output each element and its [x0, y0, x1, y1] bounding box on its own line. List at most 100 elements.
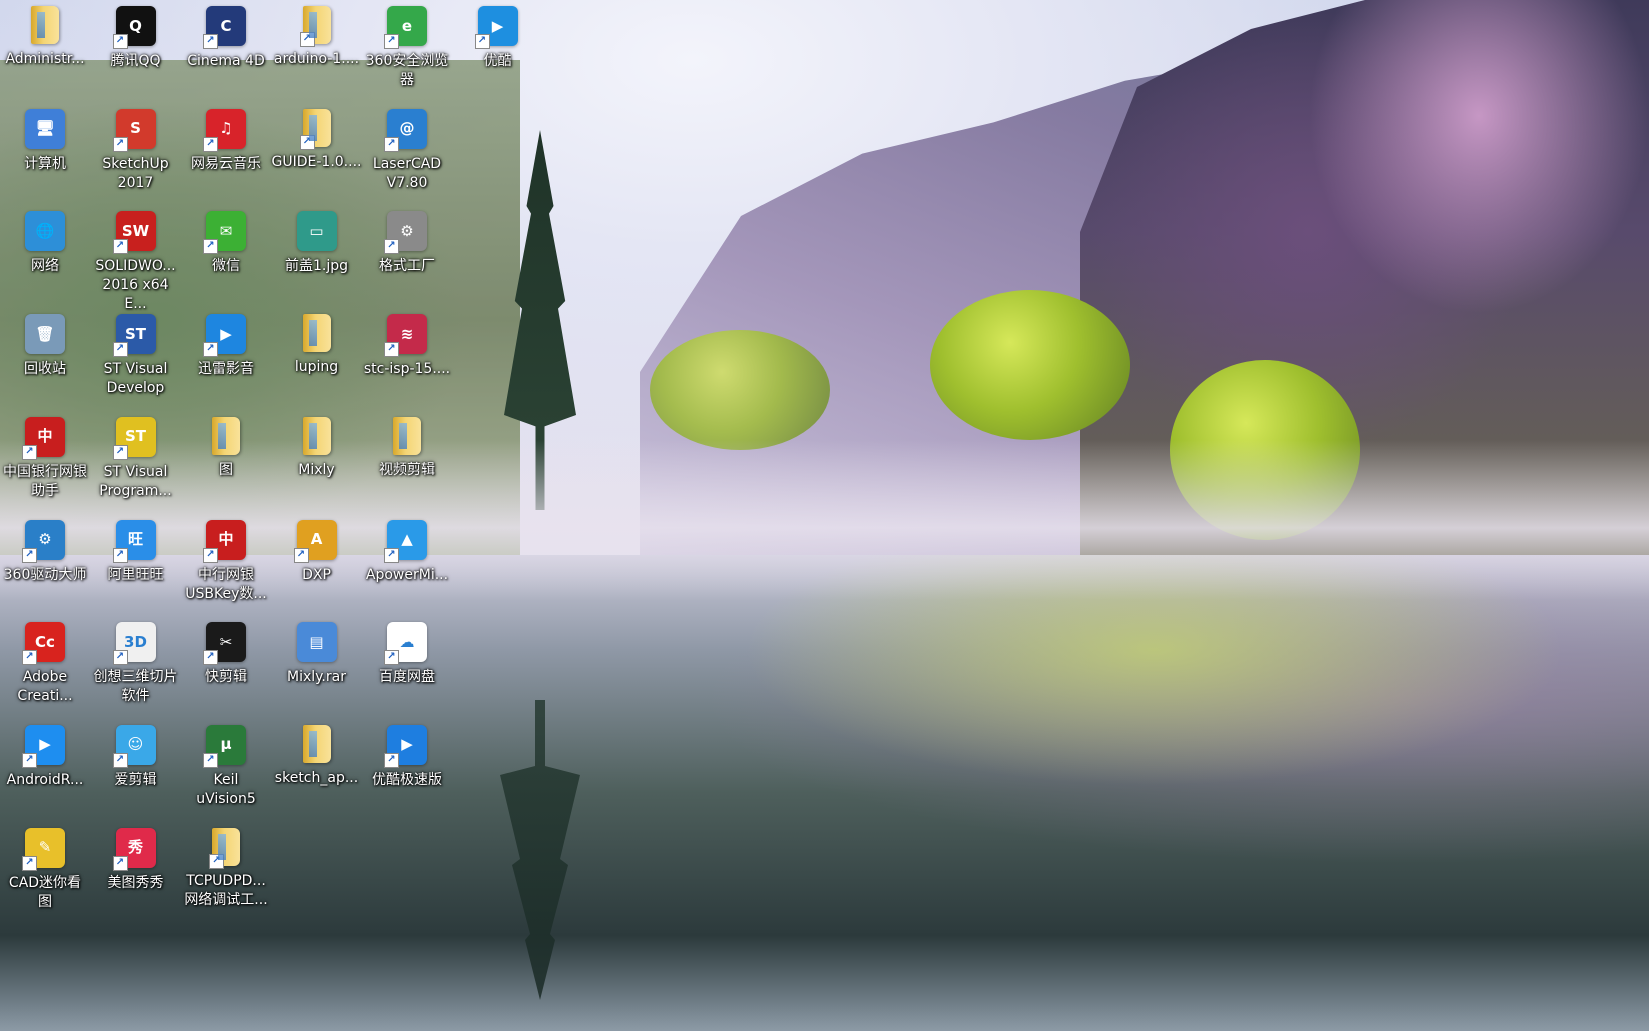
- desktop-icon[interactable]: ▶ ↗ 迅雷影音: [181, 310, 271, 379]
- desktop-icon[interactable]: ⚙ ↗ 格式工厂: [362, 207, 452, 276]
- icon-glyph: C: [220, 16, 232, 35]
- shortcut-arrow-icon: ↗: [203, 239, 218, 255]
- icon-glyph: e: [401, 16, 413, 35]
- icon-glyph: SW: [121, 221, 150, 240]
- desktop-icon[interactable]: SW ↗ SOLIDWO... 2016 x64 E...: [91, 207, 181, 314]
- desktop-icon[interactable]: ▶ ↗ 优酷极速版: [362, 721, 452, 790]
- desktop[interactable]: Administr... Q ↗ 腾讯QQ C ↗ Cinema 4D ↗ arduino-1.…: [0, 0, 1649, 1031]
- solidworks-icon: SW ↗: [112, 211, 156, 255]
- shortcut-arrow-icon: ↗: [112, 752, 128, 768]
- shortcut-arrow-icon: ↗: [203, 650, 218, 666]
- icon-glyph: A: [310, 530, 323, 548]
- desktop-icon[interactable]: ☁ ↗ 百度网盘: [362, 618, 452, 687]
- desktop-icon-label: 回收站: [24, 361, 66, 378]
- desktop-icon[interactable]: ▶ ↗ AndroidR...: [0, 721, 90, 790]
- icon-glyph: ▤: [309, 632, 324, 651]
- st-visual-program-icon: ST ↗: [112, 416, 156, 460]
- desktop-icon[interactable]: e ↗ 360安全浏览 器: [362, 2, 452, 90]
- icon-glyph: ▭: [309, 221, 324, 240]
- shortcut-arrow-icon: ↗: [384, 342, 399, 358]
- desktop-icon-label: 中国银行网银 助手: [3, 463, 87, 499]
- desktop-icon[interactable]: sketch_ap...: [272, 721, 362, 788]
- desktop-icon[interactable]: ⚙ ↗ 360驱动大师: [0, 516, 90, 585]
- desktop-icon[interactable]: ▲ ↗ ApowerMi...: [362, 516, 452, 585]
- desktop-icon[interactable]: μ ↗ Keil uVision5: [181, 721, 271, 809]
- desktop-icon-label: SketchUp 2017: [102, 155, 169, 191]
- netease-music-icon: ♫ ↗: [203, 108, 246, 152]
- desktop-icon[interactable]: A ↗ DXP: [272, 516, 362, 585]
- desktop-icon[interactable]: 视频剪辑: [362, 413, 452, 480]
- desktop-icon-label: 360驱动大师: [3, 566, 87, 583]
- desktop-icon[interactable]: ✉ ↗ 微信: [181, 207, 271, 276]
- desktop-icon[interactable]: 3D ↗ 创想三维切片 软件: [91, 618, 181, 706]
- aijianji-icon: ☺ ↗: [112, 724, 156, 768]
- desktop-icon[interactable]: ↗ GUIDE-1.0....: [272, 105, 362, 172]
- folder-icon: [302, 724, 331, 763]
- shortcut-arrow-icon: ↗: [384, 547, 399, 563]
- desktop-icon[interactable]: ↗ TCPUDPD... 网络调试工...: [181, 824, 271, 910]
- icon-glyph: @: [399, 119, 415, 138]
- desktop-icon[interactable]: S ↗ SketchUp 2017: [91, 105, 181, 193]
- desktop-icon[interactable]: ↗ arduino-1....: [272, 2, 362, 69]
- desktop-icon[interactable]: Cc ↗ Adobe Creati...: [0, 618, 90, 706]
- desktop-icon[interactable]: 🗑 回收站: [0, 310, 90, 379]
- desktop-icon-label: Keil uVision5: [196, 771, 256, 807]
- icon-glyph: ⚙: [400, 221, 414, 240]
- desktop-icon[interactable]: ST ↗ ST Visual Develop: [91, 310, 181, 398]
- shortcut-arrow-icon: ↗: [112, 342, 128, 358]
- desktop-icon-label: 优酷极速版: [372, 771, 442, 788]
- cinema4d-icon: C ↗: [203, 6, 246, 49]
- desktop-icon[interactable]: 旺 ↗ 阿里旺旺: [91, 516, 181, 585]
- shortcut-arrow-icon: ↗: [384, 136, 399, 152]
- desktop-icon-label: 网络: [31, 258, 59, 275]
- desktop-icon[interactable]: 🖥 计算机: [0, 105, 90, 174]
- shortcut-arrow-icon: ↗: [299, 32, 315, 47]
- desktop-icon[interactable]: Q ↗ 腾讯QQ: [91, 2, 181, 71]
- desktop-icon[interactable]: C ↗ Cinema 4D: [181, 2, 271, 71]
- desktop-icon[interactable]: ✎ ↗ CAD迷你看 图: [0, 824, 90, 912]
- desktop-icon[interactable]: ≋ ↗ stc-isp-15....: [362, 310, 452, 379]
- desktop-icon[interactable]: ♫ ↗ 网易云音乐: [181, 105, 271, 174]
- desktop-icon[interactable]: @ ↗ LaserCAD V7.80: [362, 105, 452, 193]
- folder-icon: [302, 314, 331, 353]
- shortcut-arrow-icon: ↗: [22, 547, 37, 563]
- desktop-icon[interactable]: ▭ 前盖1.jpg: [272, 207, 362, 276]
- shortcut-arrow-icon: ↗: [384, 34, 399, 49]
- desktop-icon-label: 计算机: [24, 155, 66, 172]
- youku-express-icon: ▶ ↗: [384, 724, 427, 768]
- desktop-icon[interactable]: ▤ Mixly.rar: [272, 618, 362, 687]
- desktop-icon-label: ApowerMi...: [365, 566, 449, 583]
- desktop-icon[interactable]: ✂ ↗ 快剪辑: [181, 618, 271, 687]
- folder-icon: [393, 416, 421, 455]
- icon-glyph: 🗑: [35, 324, 55, 343]
- desktop-icon-label: 微信: [212, 258, 240, 275]
- desktop-icon[interactable]: Mixly: [272, 413, 362, 480]
- desktop-icon-label: 格式工厂: [379, 258, 435, 275]
- desktop-icon[interactable]: Administr...: [0, 2, 90, 69]
- desktop-icon[interactable]: 图: [181, 413, 271, 480]
- shortcut-arrow-icon: ↗: [474, 34, 490, 49]
- icon-glyph: ▶: [401, 735, 413, 754]
- shortcut-arrow-icon: ↗: [112, 547, 128, 563]
- desktop-icon-label: TCPUDPD... 网络调试工...: [184, 872, 268, 908]
- desktop-icon-label: 腾讯QQ: [110, 53, 161, 69]
- desktop-icon-label: ST Visual Program...: [99, 463, 172, 499]
- shortcut-arrow-icon: ↗: [209, 853, 224, 869]
- desktop-icon[interactable]: luping: [272, 310, 362, 377]
- creality-slicer-icon: 3D ↗: [112, 622, 156, 666]
- shortcut-arrow-icon: ↗: [384, 650, 399, 666]
- shortcut-arrow-icon: ↗: [384, 752, 399, 768]
- desktop-icon[interactable]: ▶ ↗ 优酷: [453, 2, 543, 71]
- desktop-icon-label: arduino-1....: [273, 51, 360, 67]
- shortcut-arrow-icon: ↗: [112, 444, 128, 460]
- desktop-icon[interactable]: ST ↗ ST Visual Program...: [91, 413, 181, 501]
- icon-glyph: Cc: [35, 632, 55, 651]
- network-icon: 🌐: [25, 211, 65, 252]
- desktop-icon[interactable]: 🌐 网络: [0, 207, 90, 276]
- shortcut-arrow-icon: ↗: [112, 136, 128, 152]
- desktop-icon[interactable]: 中 ↗ 中行网银 USBKey数...: [181, 516, 271, 604]
- desktop-icon[interactable]: 中 ↗ 中国银行网银 助手: [0, 413, 90, 501]
- desktop-icon[interactable]: 秀 ↗ 美图秀秀: [91, 824, 181, 893]
- desktop-icon[interactable]: ☺ ↗ 爱剪辑: [91, 721, 181, 790]
- icon-glyph: ▶: [491, 16, 504, 35]
